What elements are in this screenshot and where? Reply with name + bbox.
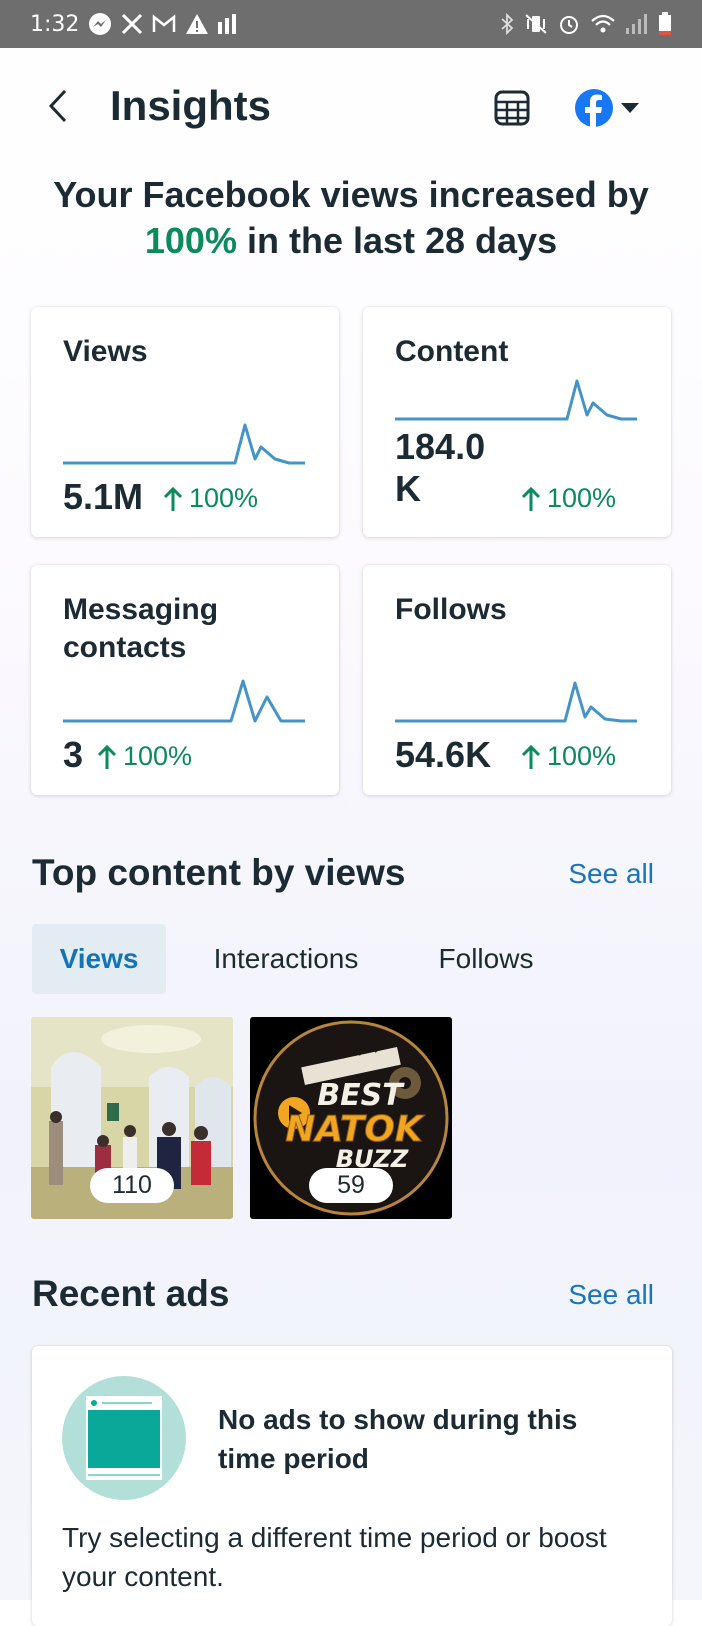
status-left: 1:32 (30, 11, 237, 37)
clock: 1:32 (30, 11, 80, 37)
headline-suffix: in the last 28 days (246, 220, 558, 261)
empty-ads-icon (62, 1376, 186, 1500)
views-sparkline (63, 423, 305, 465)
metric-card-views[interactable]: Views 5.1M 100% (31, 307, 339, 537)
view-count-badge: 110 (90, 1168, 174, 1203)
signal-bars-icon (218, 14, 237, 34)
metric-value: 3 (63, 734, 84, 775)
chevron-left-icon (48, 89, 67, 123)
x-icon (121, 13, 143, 35)
back-button[interactable] (40, 86, 76, 126)
empty-ads-heading: No ads to show during this time period (218, 1404, 578, 1474)
metric-title: Messaging contacts (63, 591, 218, 667)
top-content-item[interactable]: BEST NATOK BUZZ 59 (250, 1017, 452, 1219)
export-button[interactable] (488, 84, 536, 132)
messaging-sparkline (63, 679, 305, 723)
metric-title: Follows (395, 593, 507, 626)
metric-value: 54.6K (395, 734, 492, 775)
content-sparkline (395, 379, 637, 421)
metric-change-value: 100% (547, 483, 617, 513)
metric-change-value: 100% (547, 741, 617, 771)
tab-follows[interactable]: Follows (420, 924, 552, 994)
metric-value-line2: K (395, 468, 421, 509)
headline-percent: 100% (144, 220, 237, 261)
messenger-icon (88, 12, 112, 36)
logo-text-best: BEST (317, 1078, 405, 1113)
recent-ads-see-all-link[interactable]: See all (568, 1279, 654, 1311)
arrow-up-icon (163, 486, 183, 511)
top-content-title: Top content by views (32, 852, 406, 893)
headline-prefix: Your Facebook views increased by (53, 174, 649, 215)
mute-vibrate-icon (524, 13, 548, 35)
metric-title: Content (395, 335, 509, 368)
metric-title-line1: Messaging (63, 593, 219, 626)
account-switcher[interactable] (574, 84, 656, 132)
metric-value: 5.1M (63, 476, 144, 517)
recent-ads-empty-card: No ads to show during this time period T… (32, 1346, 672, 1626)
tab-views[interactable]: Views (32, 924, 166, 994)
gmail-icon (152, 14, 176, 34)
metric-change: 100% (163, 483, 258, 514)
insights-headline: Your Facebook views increased by 100% in… (30, 172, 672, 264)
warning-icon (185, 13, 209, 35)
status-bar: 1:32 (0, 0, 702, 48)
recent-ads-title: Recent ads (32, 1273, 230, 1314)
spreadsheet-icon (494, 90, 530, 126)
status-right (500, 12, 672, 36)
facebook-icon (575, 89, 613, 128)
app-header: Insights (0, 48, 702, 168)
metric-change: 100% (521, 741, 616, 772)
view-count-badge: 59 (309, 1168, 393, 1203)
alarm-icon (558, 13, 580, 35)
bluetooth-icon (500, 13, 514, 35)
arrow-up-icon (97, 744, 117, 769)
metric-change: 100% (97, 741, 192, 772)
metric-value-line1: 184.0 (395, 426, 486, 467)
wifi-icon (590, 13, 616, 35)
metric-title-line2: contacts (63, 631, 187, 664)
arrow-up-icon (521, 486, 541, 511)
metric-change: 100% (521, 483, 616, 514)
metric-card-content[interactable]: Content 184.0 K 100% (363, 307, 671, 537)
follows-sparkline (395, 681, 637, 723)
cell-signal-icon (626, 14, 648, 34)
arrow-up-icon (521, 744, 541, 769)
battery-icon (658, 12, 672, 36)
metric-title: Views (63, 335, 148, 368)
logo-text-natok: NATOK (285, 1109, 426, 1150)
caret-down-icon (621, 103, 639, 113)
metric-card-messaging-contacts[interactable]: Messaging contacts 3 100% (31, 565, 339, 795)
empty-ads-message: Try selecting a different time period or… (62, 1522, 607, 1592)
tab-interactions[interactable]: Interactions (186, 924, 386, 994)
metric-change-value: 100% (123, 741, 193, 771)
metric-card-follows[interactable]: Follows 54.6K 100% (363, 565, 671, 795)
top-content-item[interactable]: 110 (31, 1017, 233, 1219)
page-title: Insights (110, 82, 272, 129)
metric-change-value: 100% (189, 483, 259, 513)
top-content-see-all-link[interactable]: See all (568, 858, 654, 890)
